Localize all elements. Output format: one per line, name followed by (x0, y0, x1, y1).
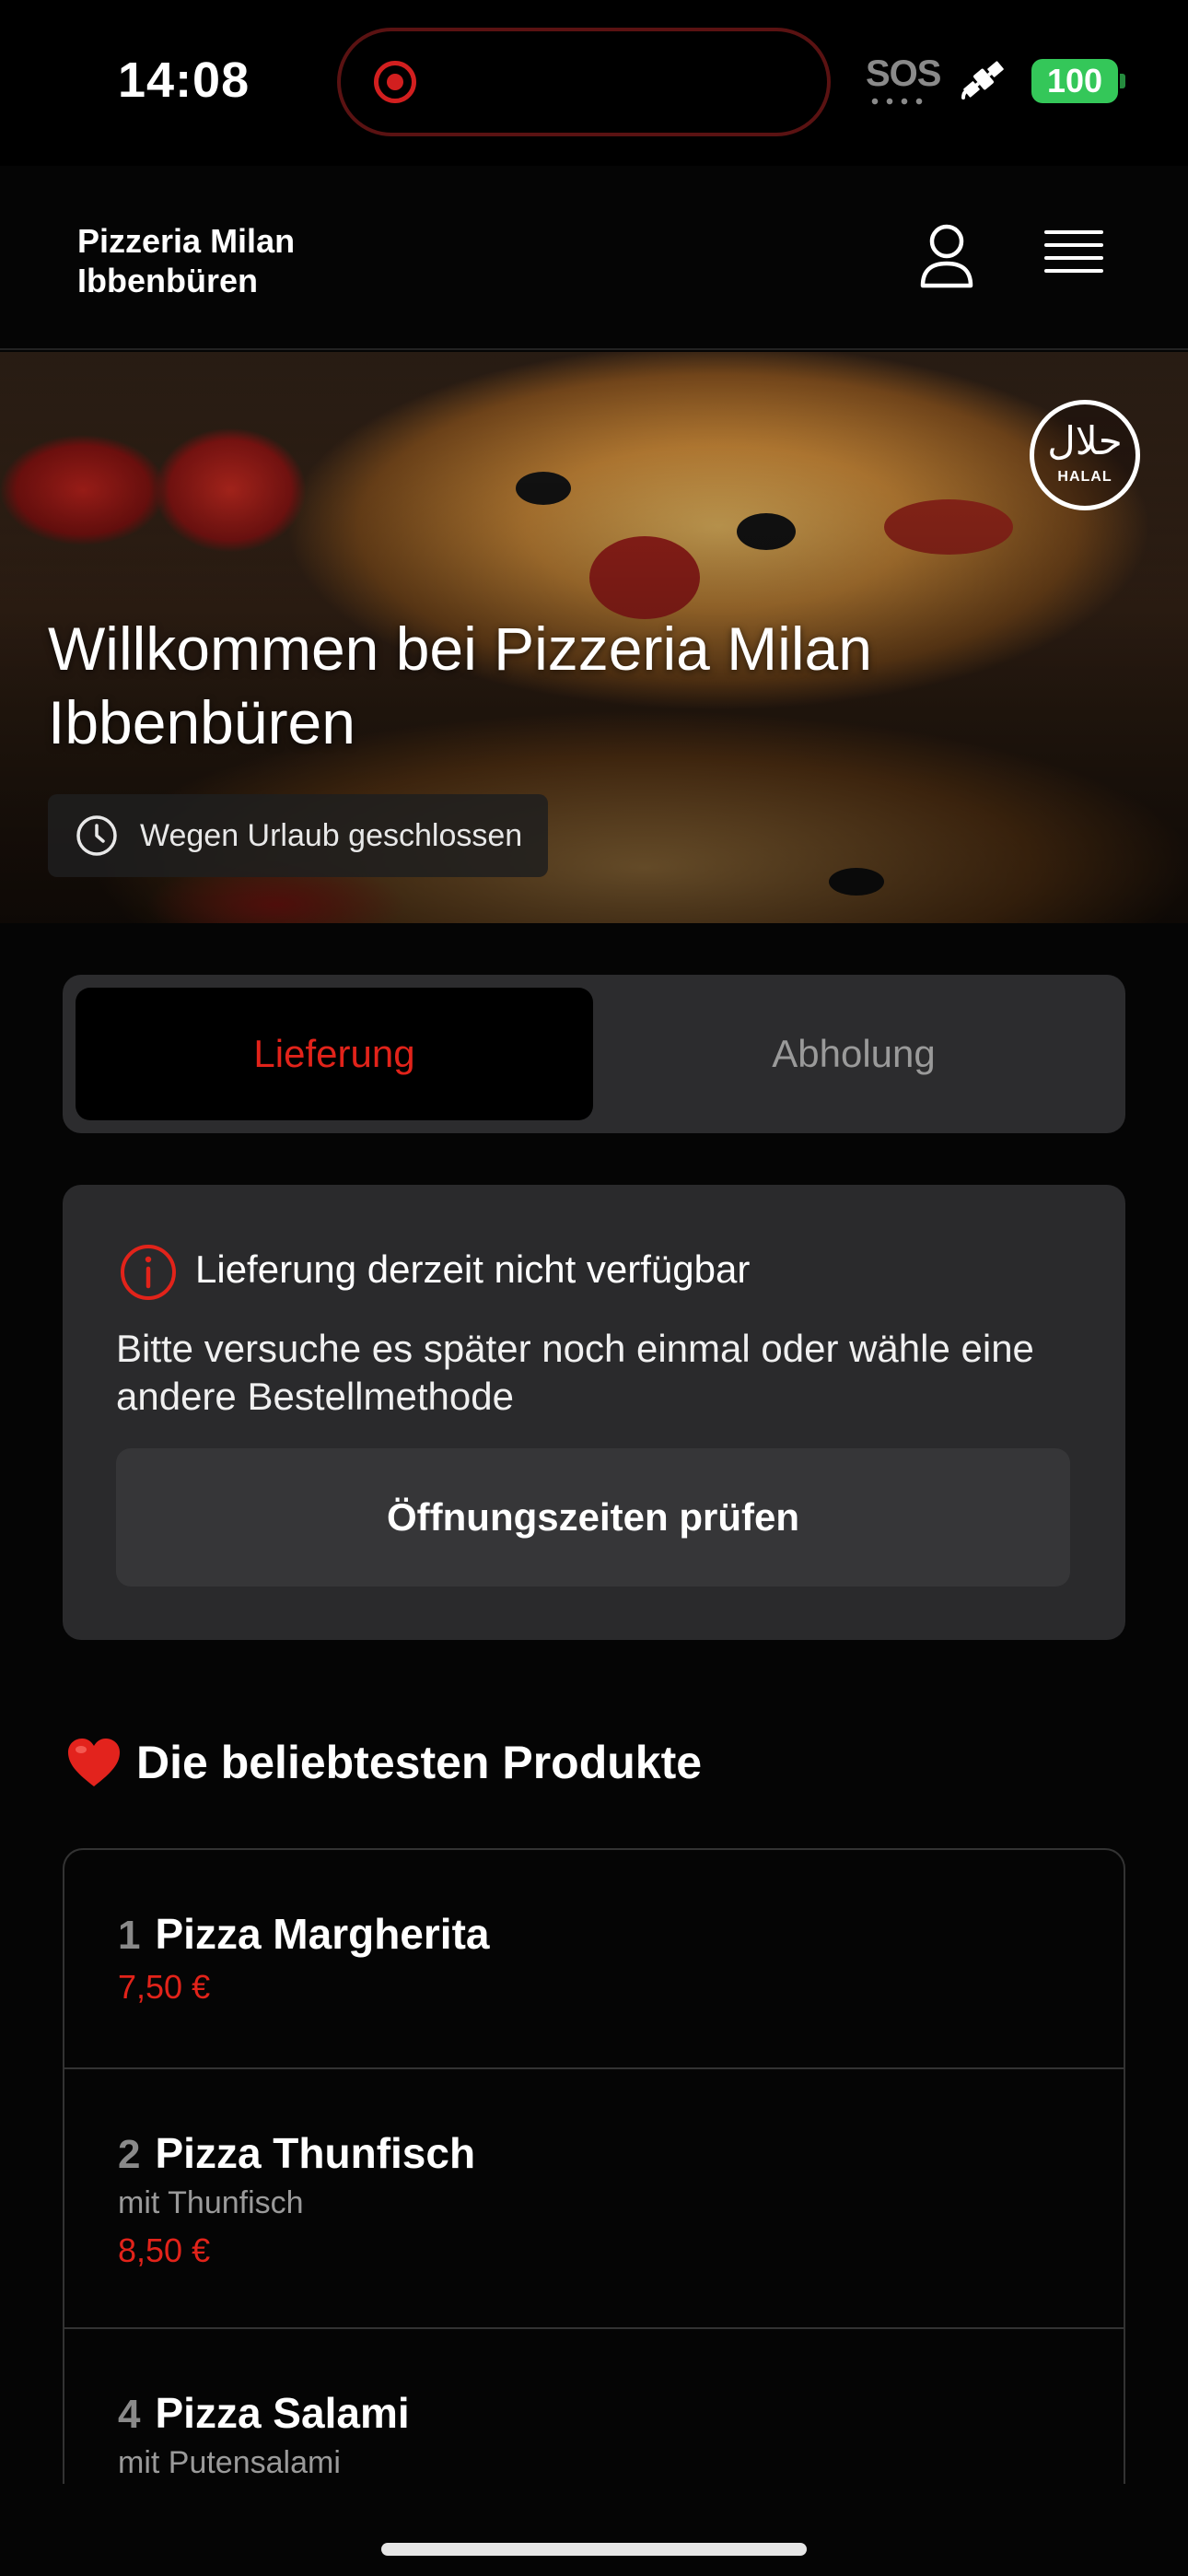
satellite-icon (961, 61, 1004, 100)
sos-indicator: SOS (866, 53, 941, 94)
halal-arabic-text: حلال (1047, 418, 1123, 463)
product-description: mit Putensalami (118, 2445, 341, 2480)
notice-body: Bitte versuche es später noch einmal ode… (116, 1327, 1034, 1418)
delivery-unavailable-card: Lieferung derzeit nicht verfügbar Bitte … (63, 1185, 1125, 1640)
status-time: 14:08 (118, 53, 250, 108)
status-bar: 14:08 SOS 100 (0, 0, 1188, 166)
battery-cap (1120, 74, 1125, 88)
product-description: mit Thunfisch (118, 2185, 304, 2220)
product-item[interactable]: 1 Pizza Margherita 7,50 € (64, 1850, 1124, 2069)
popular-products-list: 1 Pizza Margherita 7,50 € 2 Pizza Thunfi… (63, 1848, 1125, 2484)
hero-banner: حلال HALAL Willkommen bei Pizzeria Milan… (0, 352, 1188, 923)
info-icon (121, 1245, 176, 1300)
notice-title: Lieferung derzeit nicht verfügbar (195, 1247, 751, 1291)
product-rank: 1 (118, 1913, 141, 1958)
product-price: 7,50 € (118, 1968, 211, 2006)
battery-indicator: 100 (1031, 59, 1118, 103)
product-price: 8,50 € (118, 2231, 211, 2269)
app-header: Pizzeria Milan Ibbenbüren (0, 166, 1188, 350)
product-rank: 4 (118, 2392, 141, 2437)
product-item[interactable]: 4 Pizza Salami mit Putensalami (64, 2329, 1124, 2484)
popular-products-heading: Die beliebtesten Produkte (66, 1736, 702, 1789)
heart-icon (68, 1739, 120, 1786)
clock-icon (76, 815, 117, 856)
halal-latin-text: HALAL (1057, 469, 1112, 485)
halal-icon: حلال HALAL (1030, 400, 1140, 510)
product-name: Pizza Thunfisch (155, 2129, 476, 2177)
home-indicator[interactable] (381, 2543, 807, 2556)
product-name: Pizza Salami (155, 2389, 410, 2437)
record-icon (374, 61, 416, 103)
product-item[interactable]: 2 Pizza Thunfisch mit Thunfisch 8,50 € (64, 2069, 1124, 2329)
menu-icon[interactable] (1044, 228, 1103, 280)
check-opening-hours-button[interactable]: Öffnungszeiten prüfen (116, 1448, 1070, 1587)
signal-dots (868, 98, 928, 105)
brand-name[interactable]: Pizzeria Milan Ibbenbüren (77, 221, 295, 300)
dynamic-island[interactable] (337, 28, 831, 136)
brand-line-2: Ibbenbüren (77, 262, 258, 299)
order-mode-toggle: Lieferung Abholung (63, 975, 1125, 1133)
tab-lieferung[interactable]: Lieferung (76, 988, 593, 1120)
product-name: Pizza Margherita (155, 1910, 490, 1958)
tab-abholung[interactable]: Abholung (595, 988, 1112, 1120)
status-badge: Wegen Urlaub geschlossen (48, 794, 549, 877)
status-badge-label: Wegen Urlaub geschlossen (140, 817, 523, 853)
hero-title: Willkommen bei Pizzeria Milan Ibbenbüren (48, 615, 872, 756)
popular-products-title: Die beliebtesten Produkte (136, 1737, 703, 1788)
user-icon[interactable] (917, 223, 976, 289)
brand-line-1: Pizzeria Milan (77, 222, 296, 260)
product-rank: 2 (118, 2132, 141, 2177)
